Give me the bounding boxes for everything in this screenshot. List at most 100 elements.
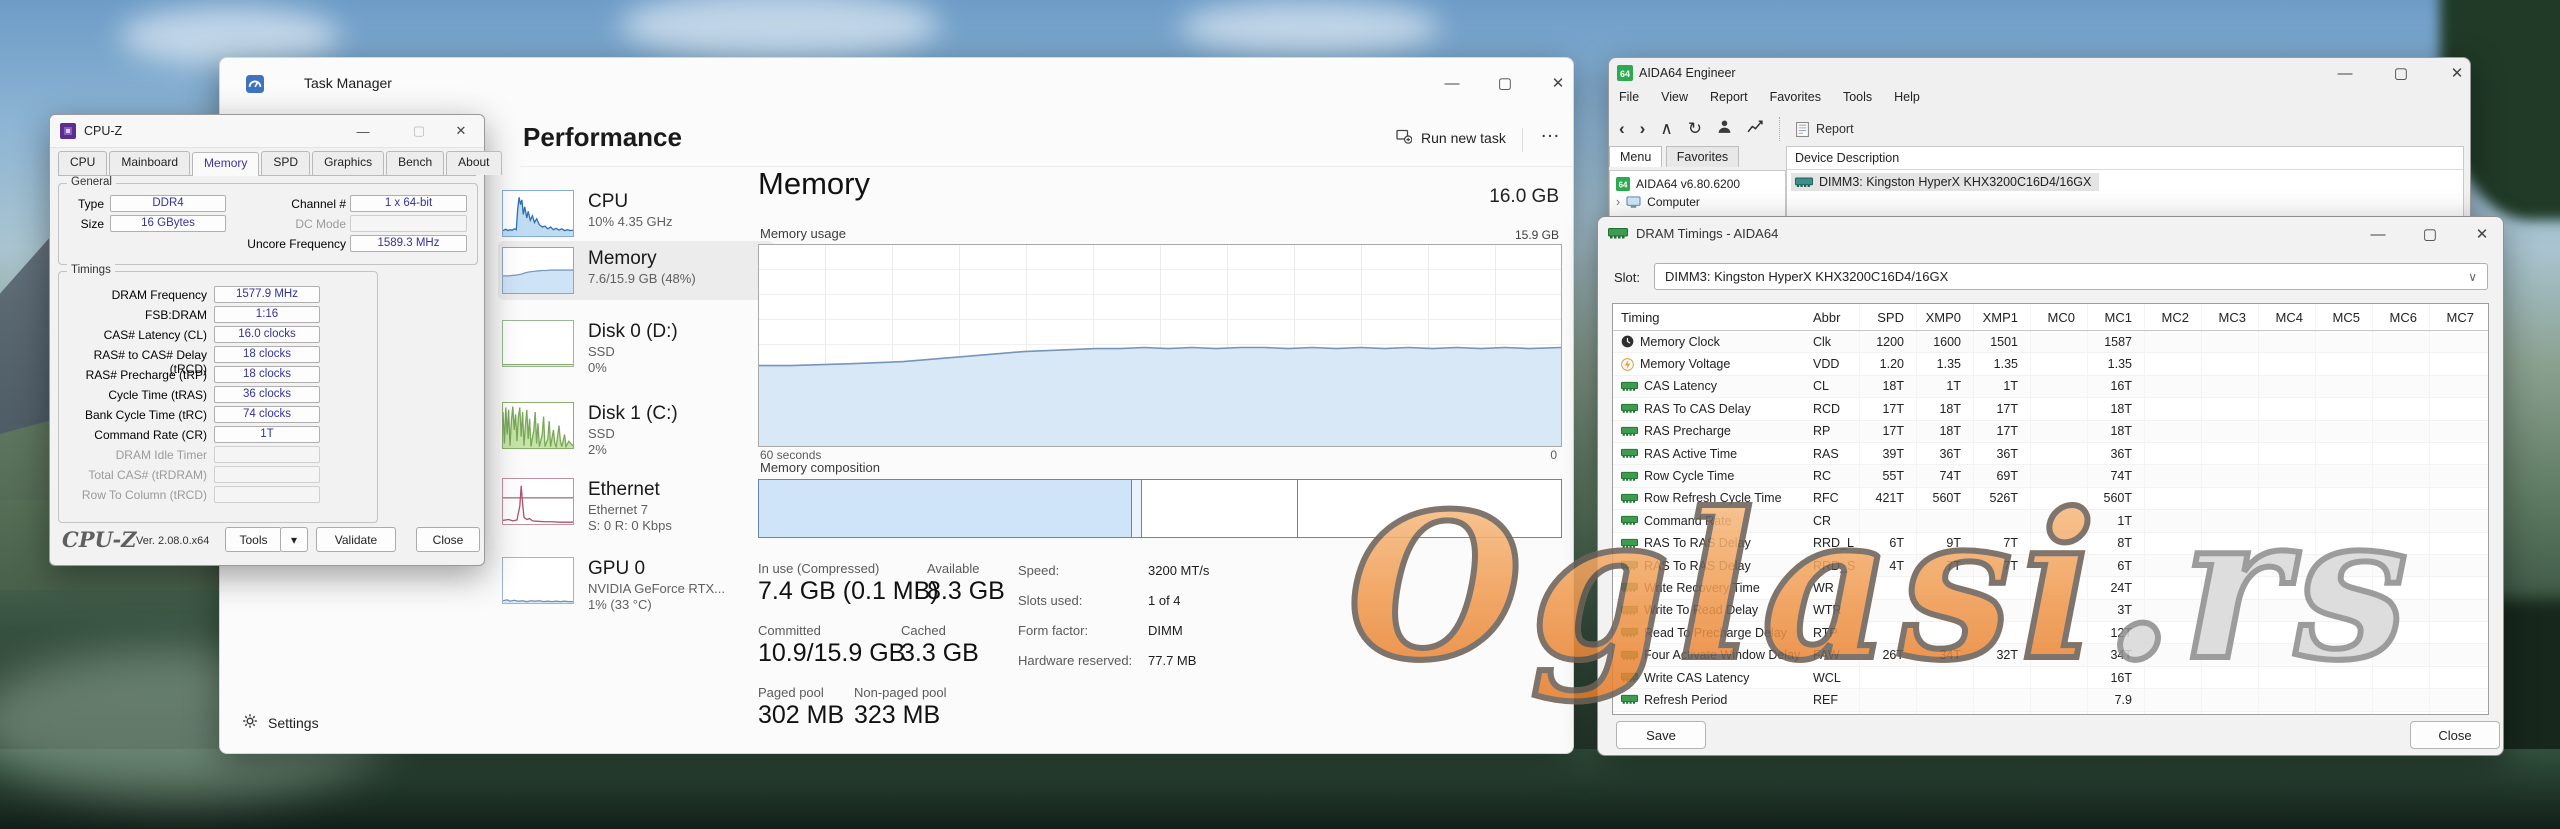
sidebar-item-gpu[interactable]: GPU 0NVIDIA GeForce RTX...1% (33 °C) xyxy=(498,551,774,619)
dram-row-wr[interactable]: Write Recovery TimeWR24T xyxy=(1613,577,2488,599)
cpuz-close-button[interactable]: ✕ xyxy=(448,121,474,141)
aida-minimize-button[interactable]: — xyxy=(2325,62,2365,84)
menu-item-report[interactable]: Report xyxy=(1710,90,1748,104)
tree-item-computer[interactable]: › Computer xyxy=(1610,193,1785,211)
column-header-spd[interactable]: SPD xyxy=(1859,304,1916,330)
validate-button[interactable]: Validate xyxy=(316,527,396,552)
sidebar-item-disk1[interactable]: Disk 1 (C:)SSD2% xyxy=(498,396,774,464)
menu-item-help[interactable]: Help xyxy=(1894,90,1920,104)
dram-row-wtr[interactable]: Write To Read DelayWTR3T xyxy=(1613,600,2488,622)
cpuz-maximize-button[interactable]: ▢ xyxy=(406,121,432,141)
timing-value-mc4 xyxy=(2258,577,2315,598)
cpuz-tab-about[interactable]: About xyxy=(446,151,501,175)
dram-row-vdd[interactable]: Memory VoltageVDD1.201.351.351.35 xyxy=(1613,353,2488,375)
tm-titlebar[interactable]: Task Manager — ▢ ✕ xyxy=(220,58,1573,110)
dram-close-button[interactable]: ✕ xyxy=(2462,223,2502,245)
tools-button[interactable]: Tools xyxy=(225,527,282,552)
dram-titlebar[interactable]: DRAM Timings - AIDA64 — ▢ ✕ xyxy=(1598,217,2503,251)
menu-item-file[interactable]: File xyxy=(1619,90,1639,104)
column-header-mc5[interactable]: MC5 xyxy=(2315,304,2372,330)
dram-row-wcl[interactable]: Write CAS LatencyWCL16T xyxy=(1613,667,2488,689)
tm-close-button[interactable]: ✕ xyxy=(1535,64,1581,102)
dram-row-faw[interactable]: Four Activate Window DelayFAW26T34T32T34… xyxy=(1613,644,2488,666)
column-header-abbr[interactable]: Abbr xyxy=(1809,310,1859,325)
dram-row-rp[interactable]: RAS PrechargeRP17T18T17T18T xyxy=(1613,421,2488,443)
timing-value-mc0 xyxy=(2030,443,2087,464)
close-button[interactable]: Close xyxy=(416,527,480,552)
run-new-task-button[interactable]: Run new task xyxy=(1396,128,1506,147)
column-header-xmp1[interactable]: XMP1 xyxy=(1973,304,2030,330)
aida-maximize-button[interactable]: ▢ xyxy=(2381,62,2421,84)
column-header-mc3[interactable]: MC3 xyxy=(2201,304,2258,330)
dram-row-ref[interactable]: Refresh PeriodREF7.9 xyxy=(1613,689,2488,711)
tree-item-aida64[interactable]: 64 AIDA64 v6.80.6200 xyxy=(1610,175,1785,193)
tm-maximize-button[interactable]: ▢ xyxy=(1482,64,1528,102)
cpuz-tab-graphics[interactable]: Graphics xyxy=(312,151,384,175)
slot-dropdown[interactable]: DIMM3: Kingston HyperX KHX3200C16D4/16GX… xyxy=(1654,263,2488,290)
column-header-mc6[interactable]: MC6 xyxy=(2372,304,2429,330)
cpuz-minimize-button[interactable]: — xyxy=(350,121,376,141)
timing-value-xmp0: 1600 xyxy=(1916,331,1973,352)
cpuz-tab-cpu[interactable]: CPU xyxy=(58,151,107,175)
cpuz-tab-bench[interactable]: Bench xyxy=(386,151,444,175)
dram-row-ras[interactable]: RAS Active TimeRAS39T36T36T36T xyxy=(1613,443,2488,465)
timing-value-mc0 xyxy=(2030,331,2087,352)
tab-favorites[interactable]: Favorites xyxy=(1666,146,1739,167)
dram-row-dpc[interactable]: DIMMs Per ChannelDPC22 xyxy=(1613,712,2488,715)
chart-icon[interactable] xyxy=(1747,119,1764,139)
sidebar-item-memory[interactable]: Memory7.6/15.9 GB (48%) xyxy=(498,241,774,300)
menu-item-favorites[interactable]: Favorites xyxy=(1770,90,1821,104)
dram-row-rrd_l[interactable]: RAS To RAS DelayRRD_L6T9T7T8T xyxy=(1613,533,2488,555)
tab-menu[interactable]: Menu xyxy=(1609,146,1662,167)
aida-titlebar[interactable]: 64 AIDA64 Engineer — ▢ ✕ xyxy=(1609,58,2470,88)
desktop: Task Manager — ▢ ✕ Performance Run new t… xyxy=(0,0,2560,829)
close-button[interactable]: Close xyxy=(2410,721,2500,749)
cpuz-tab-mainboard[interactable]: Mainboard xyxy=(109,151,190,175)
aida-close-button[interactable]: ✕ xyxy=(2437,62,2477,84)
column-header-mc4[interactable]: MC4 xyxy=(2258,304,2315,330)
column-header-mc0[interactable]: MC0 xyxy=(2030,304,2087,330)
timing-value-xmp1 xyxy=(1973,689,2030,710)
tools-dropdown-button[interactable]: ▾ xyxy=(280,527,308,552)
cpuz-tab-spd[interactable]: SPD xyxy=(261,151,310,175)
menu-item-tools[interactable]: Tools xyxy=(1843,90,1872,104)
column-header-device-description[interactable]: Device Description xyxy=(1787,147,2463,170)
back-icon[interactable]: ‹ xyxy=(1619,119,1625,139)
forward-icon[interactable]: › xyxy=(1640,119,1646,139)
column-header-xmp0[interactable]: XMP0 xyxy=(1916,304,1973,330)
dram-row-cl[interactable]: CAS LatencyCL18T1T1T16T xyxy=(1613,376,2488,398)
chevron-right-icon[interactable]: › xyxy=(1616,195,1620,209)
user-icon[interactable] xyxy=(1717,119,1732,139)
tm-minimize-button[interactable]: — xyxy=(1429,64,1475,102)
sidebar-item-eth[interactable]: EthernetEthernet 7S: 0 R: 0 Kbps xyxy=(498,472,774,540)
dram-minimize-button[interactable]: — xyxy=(2358,223,2398,245)
dram-row-rtp[interactable]: Read To Precharge DelayRTP12T xyxy=(1613,622,2488,644)
dram-row-clk[interactable]: Memory ClockClk1200160015011587 xyxy=(1613,331,2488,353)
dram-row-rcd[interactable]: RAS To CAS DelayRCD17T18T17T18T xyxy=(1613,398,2488,420)
menu-item-view[interactable]: View xyxy=(1661,90,1688,104)
sidebar-item-label: Ethernet xyxy=(588,478,672,502)
cpuz-titlebar[interactable]: CPU-Z — ▢ ✕ xyxy=(50,115,484,148)
dram-row-rc[interactable]: Row Cycle TimeRC55T74T69T74T xyxy=(1613,465,2488,487)
column-header-mc7[interactable]: MC7 xyxy=(2429,304,2486,330)
dram-row-rrd_s[interactable]: RAS To RAS DelayRRD_S4T7T7T6T xyxy=(1613,555,2488,577)
column-header-mc2[interactable]: MC2 xyxy=(2144,304,2201,330)
sidebar-item-cpu[interactable]: CPU10% 4.35 GHz xyxy=(498,184,774,243)
column-header-timing[interactable]: Timing xyxy=(1613,310,1809,325)
dram-row-rfc[interactable]: Row Refresh Cycle TimeRFC421T560T526T560… xyxy=(1613,488,2488,510)
sidebar-item-disk0[interactable]: Disk 0 (D:)SSD0% xyxy=(498,314,774,382)
timing-value-xmp0: 9T xyxy=(1916,533,1973,554)
up-icon[interactable]: ∧ xyxy=(1660,119,1672,139)
memory-composition-bar[interactable] xyxy=(758,479,1562,538)
dram-row-cr[interactable]: Command RateCR1T xyxy=(1613,510,2488,532)
save-button[interactable]: Save xyxy=(1616,721,1706,749)
dram-maximize-button[interactable]: ▢ xyxy=(2410,223,2450,245)
more-options-button[interactable]: … xyxy=(1540,120,1562,143)
column-header-mc1[interactable]: MC1 xyxy=(2087,304,2144,330)
timing-abbr: RAS xyxy=(1809,447,1859,461)
cpuz-tab-memory[interactable]: Memory xyxy=(192,152,259,176)
refresh-icon[interactable]: ↻ xyxy=(1688,119,1702,139)
sidebar-item-settings[interactable]: Settings xyxy=(242,713,319,732)
report-button[interactable]: Report xyxy=(1796,122,1854,137)
device-row-dimm3[interactable]: DIMM3: Kingston HyperX KHX3200C16D4/16GX xyxy=(1791,173,2099,191)
